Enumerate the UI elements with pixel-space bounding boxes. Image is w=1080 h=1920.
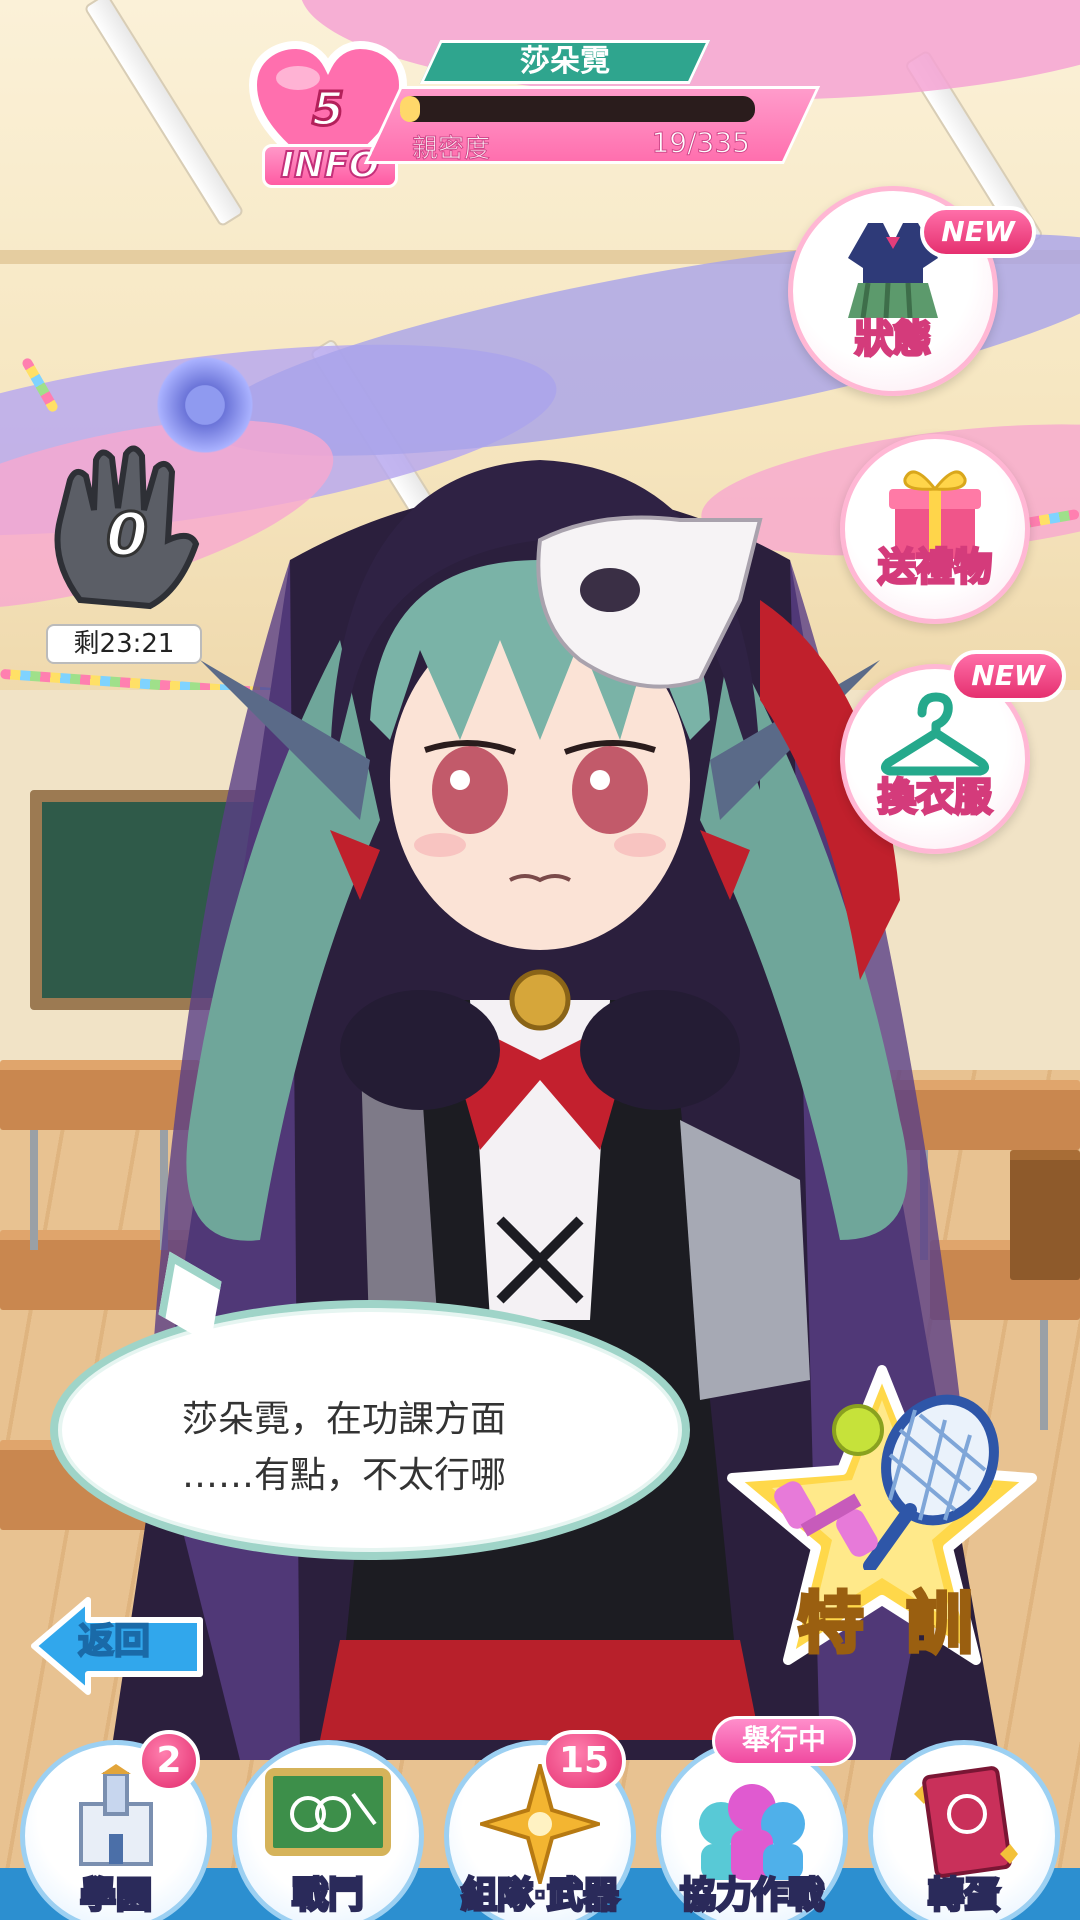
wardrobe-label: 換衣服 [876, 774, 993, 821]
brooch [509, 969, 571, 1031]
nav-gacha[interactable]: 轉蛋 [868, 1740, 1060, 1920]
bond-value: 19/335 [651, 126, 751, 160]
nav-gacha-label: 轉蛋 [926, 1874, 1001, 1918]
bond-label: 親密度 [411, 134, 491, 165]
nav-academy-badge: 2 [138, 1730, 200, 1792]
tennis-dumbbell-icon [774, 1394, 999, 1570]
nav-coop-label: 協力作戰 [678, 1874, 825, 1918]
skull-eye [580, 568, 640, 612]
gift-button[interactable]: 送禮物 [840, 434, 1030, 624]
eye-highlight [450, 770, 470, 790]
status-label: 狀態 [853, 316, 932, 363]
left-eye [432, 746, 508, 834]
nav-team-weapon-label: 組隊·武器 [460, 1874, 621, 1918]
right-eye [572, 746, 648, 834]
wardrobe-new-badge: NEW [950, 650, 1066, 702]
dialogue-line-2: ……有點，不太行哪 [182, 1455, 507, 1496]
battle-board-icon [265, 1768, 391, 1856]
dialogue-line-1: 莎朵霓，在功課方面 [182, 1399, 507, 1440]
shoulder-cape [340, 990, 500, 1110]
bond-progress-fill [400, 96, 421, 122]
stamina-count: 0 [105, 499, 150, 572]
blush [614, 833, 666, 857]
character-name: 莎朵霓 [520, 44, 610, 79]
blush [414, 833, 466, 857]
special-training-label: 特 訓 [796, 1583, 983, 1664]
gift-label: 送禮物 [876, 544, 993, 591]
stamina-timer: 剩23:21 [46, 624, 202, 664]
bond-progress-track [400, 96, 755, 122]
nav-coop[interactable]: 協力作戰 [656, 1740, 848, 1920]
nav-coop-event-badge: 舉行中 [712, 1716, 856, 1766]
shoulder-cape [580, 990, 740, 1110]
nav-team-weapon-badge: 15 [542, 1730, 626, 1792]
nav-academy-label: 學園 [78, 1874, 153, 1918]
status-new-badge: NEW [920, 206, 1036, 258]
back-label: 返回 [77, 1620, 151, 1663]
nav-battle[interactable]: 戰鬥 [232, 1740, 424, 1920]
eye-highlight [590, 770, 610, 790]
dress-hem [320, 1640, 760, 1740]
nav-battle-label: 戰鬥 [290, 1874, 365, 1918]
